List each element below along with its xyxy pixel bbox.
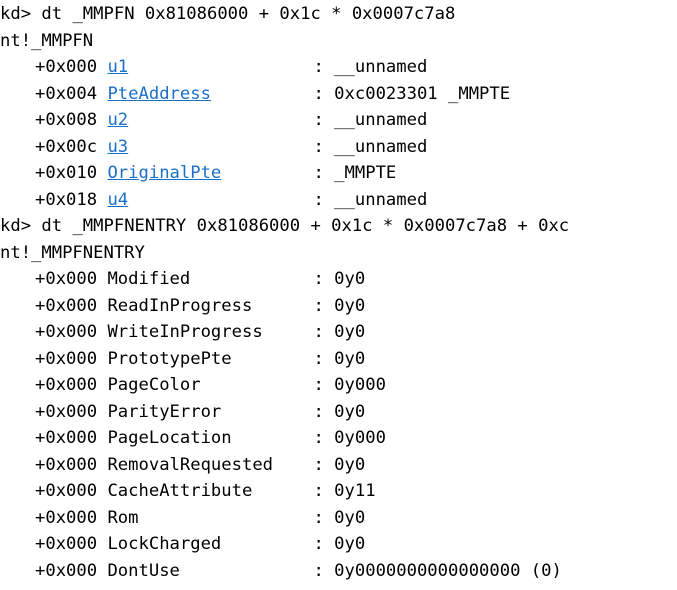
debugger-output: kd> dt _MMPFN 0x81086000 + 0x1c * 0x0007…	[0, 0, 677, 590]
field-offset: +0x000	[35, 295, 98, 316]
field-name: LockCharged	[107, 534, 222, 554]
field-offset: +0x018	[35, 189, 98, 210]
struct-field-row: +0x010 OriginalPte: _MMPTE	[0, 160, 677, 187]
field-name: WriteInProgress	[107, 322, 263, 342]
field-offset: +0x00c	[35, 136, 98, 157]
field-name-link[interactable]: OriginalPte	[107, 163, 221, 183]
field-offset: +0x000	[35, 375, 98, 395]
field-value: 0y0	[334, 507, 366, 528]
field-value: __unnamed	[334, 136, 428, 157]
field-value: _MMPTE	[334, 163, 397, 183]
field-name: ParityError	[107, 401, 222, 422]
field-separator: :	[313, 110, 324, 130]
command-prompt: kd>	[0, 4, 32, 24]
command-text: dt _MMPFN 0x81086000 + 0x1c * 0x0007c7a8	[41, 4, 456, 24]
field-name: PageLocation	[107, 428, 232, 448]
struct-field-row: +0x000 Rom: 0y0	[0, 505, 677, 532]
struct-field-row: +0x008 u2: __unnamed	[0, 107, 677, 134]
struct-field-row: +0x000 ReadInProgress: 0y0	[0, 293, 677, 320]
field-value: 0y0	[334, 269, 366, 289]
field-value: __unnamed	[334, 110, 428, 130]
struct-field-row: +0x000 u1: __unnamed	[0, 54, 677, 81]
field-value: 0y0	[334, 401, 366, 422]
struct-field-row: +0x000 PageLocation: 0y000	[0, 425, 677, 452]
field-offset: +0x000	[35, 481, 98, 501]
field-separator: :	[313, 163, 324, 183]
field-offset: +0x000	[35, 57, 98, 77]
field-value: 0y000	[334, 428, 386, 448]
struct-field-row: +0x000 PrototypePte: 0y0	[0, 346, 677, 373]
field-value: 0y0	[334, 348, 366, 369]
field-separator: :	[313, 348, 324, 369]
field-value: 0y0	[334, 322, 366, 342]
field-offset: +0x000	[35, 401, 98, 422]
field-name-link[interactable]: PteAddress	[107, 84, 210, 104]
field-separator: :	[313, 454, 324, 475]
field-value: __unnamed	[334, 57, 428, 77]
field-offset: +0x000	[35, 454, 98, 475]
field-value: 0y0	[334, 295, 366, 316]
field-offset: +0x004	[35, 83, 98, 104]
field-separator: :	[313, 428, 324, 448]
field-separator: :	[313, 322, 324, 342]
field-name: ReadInProgress	[107, 295, 253, 316]
field-name: PageColor	[107, 375, 201, 395]
field-name: RemovalRequested	[107, 454, 274, 475]
field-value: 0y0	[334, 454, 366, 475]
struct-field-row: +0x000 ParityError: 0y0	[0, 399, 677, 426]
field-offset: +0x000	[35, 348, 98, 369]
type-name: nt!_MMPFN	[0, 30, 94, 51]
field-name: PrototypePte	[107, 348, 232, 369]
field-value: 0xc0023301 _MMPTE	[334, 83, 511, 104]
field-offset: +0x000	[35, 269, 98, 289]
field-offset: +0x010	[35, 163, 98, 183]
field-separator: :	[313, 401, 324, 422]
field-name: DontUse	[107, 560, 180, 581]
field-separator: :	[313, 189, 324, 210]
field-offset: +0x000	[35, 507, 98, 528]
field-offset: +0x000	[35, 322, 98, 342]
struct-field-row: +0x000 RemovalRequested: 0y0	[0, 452, 677, 479]
field-separator: :	[313, 507, 324, 528]
field-name-link[interactable]: u2	[107, 110, 128, 130]
type-name: nt!_MMPFNENTRY	[0, 242, 145, 263]
struct-field-row: +0x000 PageColor: 0y000	[0, 372, 677, 399]
field-separator: :	[313, 269, 324, 289]
command-text: dt _MMPFNENTRY 0x81086000 + 0x1c * 0x000…	[41, 216, 570, 236]
field-separator: :	[313, 57, 324, 77]
field-name-link[interactable]: u1	[107, 57, 128, 77]
field-name-link[interactable]: u4	[107, 190, 128, 210]
field-offset: +0x000	[35, 534, 98, 554]
field-separator: :	[313, 534, 324, 554]
struct-field-row: +0x018 u4: __unnamed	[0, 187, 677, 214]
field-value: 0y11	[334, 481, 376, 501]
field-value: __unnamed	[334, 189, 428, 210]
field-name: Rom	[107, 507, 139, 528]
field-value: 0y000	[334, 375, 386, 395]
field-value: 0y0000000000000000 (0)	[334, 560, 562, 581]
field-offset: +0x000	[35, 560, 98, 581]
field-separator: :	[313, 295, 324, 316]
command-line: kd> dt _MMPFNENTRY 0x81086000 + 0x1c * 0…	[0, 213, 677, 240]
field-separator: :	[313, 560, 324, 581]
field-separator: :	[313, 375, 324, 395]
struct-field-row: +0x000 DontUse: 0y0000000000000000 (0)	[0, 558, 677, 585]
struct-field-row: +0x00c u3: __unnamed	[0, 134, 677, 161]
field-name: Modified	[107, 269, 191, 289]
struct-field-row: +0x000 LockCharged: 0y0	[0, 531, 677, 558]
command-line: kd> dt _MMPFN 0x81086000 + 0x1c * 0x0007…	[0, 1, 677, 28]
field-offset: +0x008	[35, 110, 98, 130]
struct-field-row: +0x004 PteAddress: 0xc0023301 _MMPTE	[0, 81, 677, 108]
struct-field-row: +0x000 Modified: 0y0	[0, 266, 677, 293]
struct-field-row: +0x000 WriteInProgress: 0y0	[0, 319, 677, 346]
field-name-link[interactable]: u3	[107, 137, 128, 157]
field-separator: :	[313, 83, 324, 104]
field-separator: :	[313, 136, 324, 157]
field-separator: :	[313, 481, 324, 501]
command-prompt: kd>	[0, 216, 32, 236]
field-name: CacheAttribute	[107, 481, 253, 501]
field-value: 0y0	[334, 534, 366, 554]
struct-field-row: +0x000 CacheAttribute: 0y11	[0, 478, 677, 505]
field-offset: +0x000	[35, 428, 98, 448]
